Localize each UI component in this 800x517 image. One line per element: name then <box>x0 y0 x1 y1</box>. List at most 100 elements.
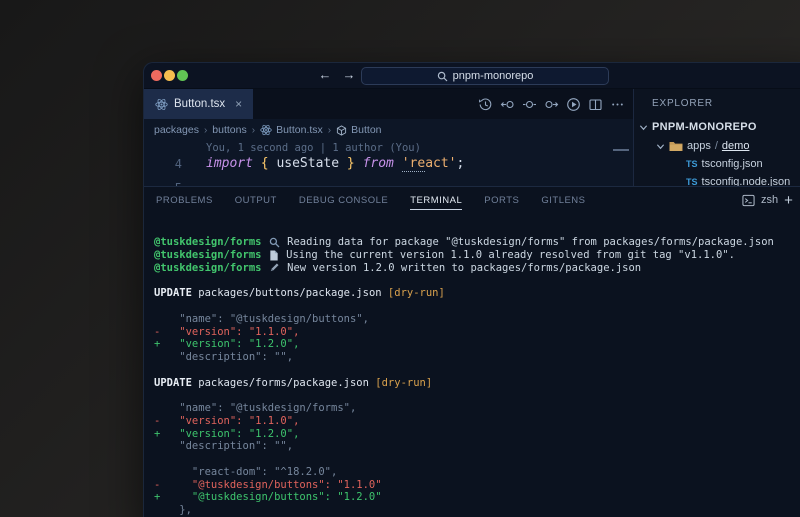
breadcrumb-label: buttons <box>212 124 246 136</box>
terminal-text: @tuskdesign/forms <box>154 262 268 274</box>
run-icon[interactable] <box>566 97 581 112</box>
breadcrumb-separator-icon: › <box>252 125 255 136</box>
code-token: ; <box>457 156 465 171</box>
terminal-line <box>154 453 774 466</box>
folder-path-prefix: apps <box>687 140 711 152</box>
title-bar: ← → pnpm-monorepo <box>144 63 800 89</box>
panel-tab-problems[interactable]: PROBLEMS <box>156 187 213 213</box>
breadcrumb-item-button-tsx[interactable]: Button.tsx <box>260 124 323 136</box>
shell-label[interactable]: zsh <box>761 194 778 206</box>
search-icon <box>268 237 281 248</box>
breadcrumb-item-packages[interactable]: packages <box>154 124 199 136</box>
terminal-text: Reading data for package "@tuskdesign/fo… <box>281 236 774 248</box>
maximize-window-button[interactable] <box>177 70 188 81</box>
close-tab-icon[interactable]: × <box>235 97 242 111</box>
vscode-window: ← → pnpm-monorepo Button.ts <box>143 62 800 517</box>
chevron-down-icon <box>656 142 665 151</box>
terminal-line: @tuskdesign/forms New version 1.2.0 writ… <box>154 262 774 275</box>
more-actions-icon[interactable] <box>610 97 625 112</box>
terminal-text: "react-dom": "^18.2.0", <box>154 466 337 478</box>
terminal-text: - "version": "1.1.0", <box>154 326 299 338</box>
terminal-output[interactable]: @tuskdesign/forms Reading data for packa… <box>154 236 774 517</box>
timeline-icon[interactable] <box>478 97 493 112</box>
terminal-line: + "version": "1.2.0", <box>154 427 774 440</box>
breadcrumb-item-button[interactable]: Button <box>336 124 381 136</box>
terminal-text: [dry-run] <box>388 287 445 299</box>
editor-and-sidebar-row: Button.tsx × packages › buttons › Button.tsx… <box>144 89 800 186</box>
terminal-text: @tuskdesign/forms <box>154 236 268 248</box>
terminal-line <box>154 389 774 402</box>
bottom-panel: PROBLEMS OUTPUT DEBUG CONSOLE TERMINAL PORTS… <box>144 186 800 517</box>
minimize-window-button[interactable] <box>164 70 175 81</box>
panel-tab-debug-console[interactable]: DEBUG CONSOLE <box>299 187 388 213</box>
previous-change-icon[interactable] <box>500 97 515 112</box>
terminal-text: - "version": "1.1.0", <box>154 415 299 427</box>
panel-tab-gitlens[interactable]: GITLENS <box>541 187 585 213</box>
terminal-line: "name": "@tuskdesign/forms", <box>154 402 774 415</box>
terminal-line: "react-dom": "^18.2.0", <box>154 466 774 479</box>
terminal-line: "description": "", <box>154 440 774 453</box>
code-token <box>394 156 402 171</box>
navigate-back-button[interactable]: ← <box>316 67 334 82</box>
terminal-line <box>154 300 774 313</box>
window-controls <box>151 70 188 81</box>
explorer-root-folder[interactable]: PNPM-MONOREPO <box>639 121 757 133</box>
breadcrumb-item-buttons[interactable]: buttons <box>212 124 246 136</box>
terminal-text: - "@tuskdesign/buttons": "1.1.0" <box>154 479 382 491</box>
panel-tab-terminal[interactable]: TERMINAL <box>410 187 462 213</box>
tab-button-tsx[interactable]: Button.tsx × <box>144 89 253 119</box>
terminal-line: - "version": "1.1.0", <box>154 325 774 338</box>
next-change-icon[interactable] <box>544 97 559 112</box>
typescript-icon: TS <box>686 177 698 186</box>
code-token: act' <box>425 156 456 171</box>
terminal-line: UPDATE packages/buttons/package.json [dr… <box>154 287 774 300</box>
code-token <box>355 156 363 171</box>
editor-group: Button.tsx × packages › buttons › Button.tsx… <box>144 89 633 186</box>
breadcrumb-label: Button.tsx <box>276 124 323 136</box>
command-center-search[interactable]: pnpm-monorepo <box>361 67 609 85</box>
editor-tab-bar: Button.tsx × <box>144 89 633 119</box>
terminal-text: packages/buttons/package.json <box>198 287 388 299</box>
terminal-line: UPDATE packages/forms/package.json [dry-… <box>154 376 774 389</box>
terminal-line: "description": "", <box>154 351 774 364</box>
breadcrumb-label: packages <box>154 124 199 136</box>
tree-item-tsconfig-node[interactable]: TS tsconfig.node.json <box>686 176 790 186</box>
panel-tab-ports[interactable]: PORTS <box>484 187 519 213</box>
terminal-text: Using the current version 1.1.0 already … <box>280 249 735 261</box>
tree-item-tsconfig[interactable]: TS tsconfig.json <box>686 158 763 170</box>
terminal-text: UPDATE <box>154 377 198 389</box>
terminal-line <box>154 364 774 377</box>
code-token: { <box>261 156 269 171</box>
terminal-line: - "version": "1.1.0", <box>154 415 774 428</box>
explorer-title: EXPLORER <box>652 98 713 109</box>
code-editor[interactable]: You, 1 second ago | 1 author (You) 4 5 i… <box>144 141 633 186</box>
breadcrumb-separator-icon: › <box>204 125 207 136</box>
tree-item-apps-demo[interactable]: apps/demo <box>656 140 749 152</box>
terminal-text: New version 1.2.0 written to packages/fo… <box>281 262 641 274</box>
navigate-forward-button[interactable]: → <box>340 67 358 82</box>
terminal-text: }, <box>154 504 192 516</box>
terminal-text: packages/forms/package.json <box>198 377 375 389</box>
pencil-icon <box>268 262 281 273</box>
tab-label: Button.tsx <box>174 98 225 110</box>
close-window-button[interactable] <box>151 70 162 81</box>
search-icon <box>437 71 448 82</box>
code-token: } <box>347 156 355 171</box>
new-terminal-button[interactable]: + <box>784 192 793 209</box>
explorer-sidebar: EXPLORER PNPM-MONOREPO apps/demo TS tsco… <box>633 89 800 186</box>
terminal-line: "name": "@tuskdesign/buttons", <box>154 313 774 326</box>
workspace-name: pnpm-monorepo <box>453 70 534 82</box>
terminal-text: + "version": "1.2.0", <box>154 428 299 440</box>
terminal-text: "description": "", <box>154 440 293 452</box>
react-icon <box>155 98 168 111</box>
split-editor-icon[interactable] <box>588 97 603 112</box>
panel-tab-output[interactable]: OUTPUT <box>235 187 277 213</box>
terminal-line: }, <box>154 504 774 517</box>
terminal-controls: zsh + <box>742 187 793 213</box>
code-token: useState <box>269 156 347 171</box>
terminal-icon <box>742 194 755 207</box>
terminal-text: + "version": "1.2.0", <box>154 338 299 350</box>
compare-icon[interactable] <box>522 97 537 112</box>
code-token: from <box>363 156 394 171</box>
terminal-line: - "@tuskdesign/buttons": "1.1.0" <box>154 478 774 491</box>
